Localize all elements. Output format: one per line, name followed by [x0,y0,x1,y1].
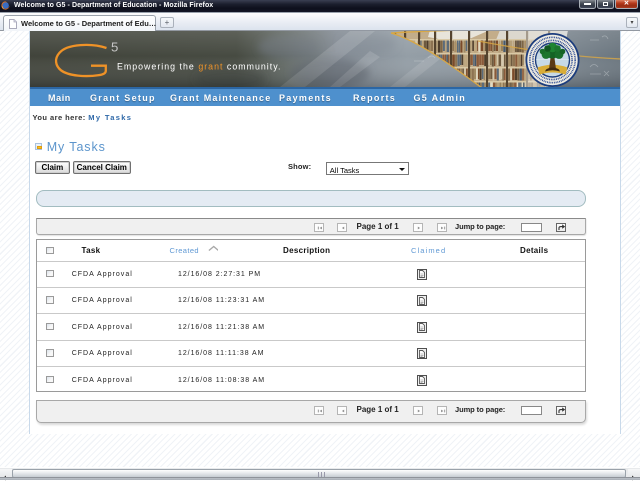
svg-text:Empowering the grant community: Empowering the grant community. [117,61,281,71]
svg-text:5: 5 [111,39,118,54]
